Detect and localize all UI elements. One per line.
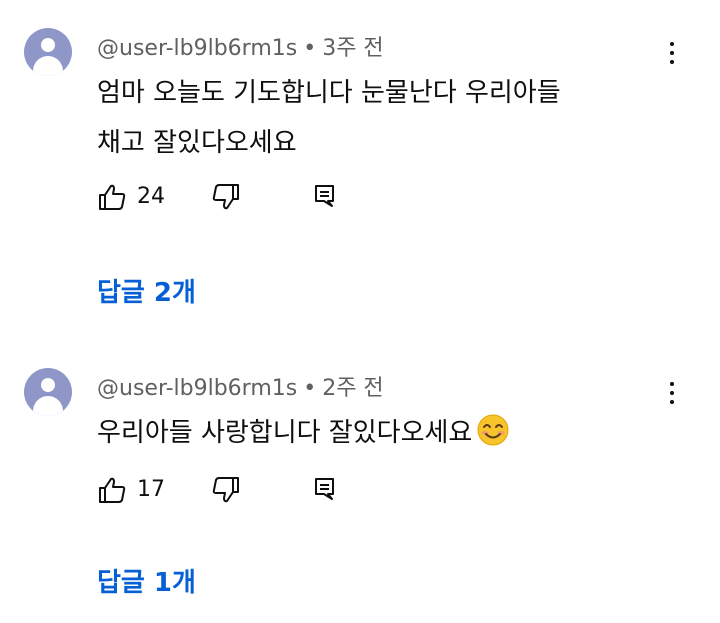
dislike-icon[interactable] (209, 182, 241, 212)
author-name[interactable]: @user-lb9lb6rm1s (97, 36, 297, 61)
smiling-face-icon (477, 414, 509, 446)
avatar[interactable] (24, 28, 72, 76)
avatar-head-shape (41, 38, 55, 52)
more-options-icon[interactable] (660, 380, 684, 406)
reply-icon[interactable] (313, 475, 337, 505)
dislike-icon[interactable] (209, 475, 241, 505)
comment-text: 엄마 오늘도 기도합니다 눈물난다 우리아들 채고 잘있다오세요 (97, 68, 657, 168)
avatar[interactable] (24, 368, 72, 416)
comment-actions: 17 (97, 475, 357, 507)
view-replies-button[interactable]: 답글 1개 (97, 562, 196, 599)
like-icon[interactable] (97, 182, 129, 212)
comment: @user-lb9lb6rm1s • 3주 전 엄마 오늘도 기도합니다 눈물난다 … (0, 0, 720, 320)
reply-icon[interactable] (313, 182, 337, 212)
avatar-head-shape (41, 378, 55, 392)
like-icon[interactable] (97, 475, 129, 505)
like-count: 24 (137, 184, 165, 209)
comment-text: 우리아들 사랑합니다 잘있다오세요 (97, 408, 657, 458)
meta-separator: • (303, 36, 317, 61)
author-name[interactable]: @user-lb9lb6rm1s (97, 376, 297, 401)
comment-time[interactable]: 3주 전 (322, 36, 383, 61)
meta-separator: • (303, 376, 317, 401)
comment-text-body: 우리아들 사랑합니다 잘있다오세요 (97, 418, 473, 448)
avatar-body-shape (33, 396, 63, 416)
comment-text-line-1: 엄마 오늘도 기도합니다 눈물난다 우리아들 (97, 78, 561, 108)
comment-text-line-2: 채고 잘있다오세요 (97, 128, 297, 158)
comment-meta: @user-lb9lb6rm1s • 3주 전 (97, 30, 384, 62)
comment: @user-lb9lb6rm1s • 2주 전 우리아들 사랑합니다 잘있다오세요 … (0, 340, 720, 623)
view-replies-button[interactable]: 답글 2개 (97, 272, 196, 309)
more-options-icon[interactable] (660, 40, 684, 66)
comment-meta: @user-lb9lb6rm1s • 2주 전 (97, 370, 384, 402)
avatar-body-shape (33, 56, 63, 76)
comment-time[interactable]: 2주 전 (322, 376, 383, 401)
like-count: 17 (137, 477, 165, 502)
comment-actions: 24 (97, 182, 357, 214)
